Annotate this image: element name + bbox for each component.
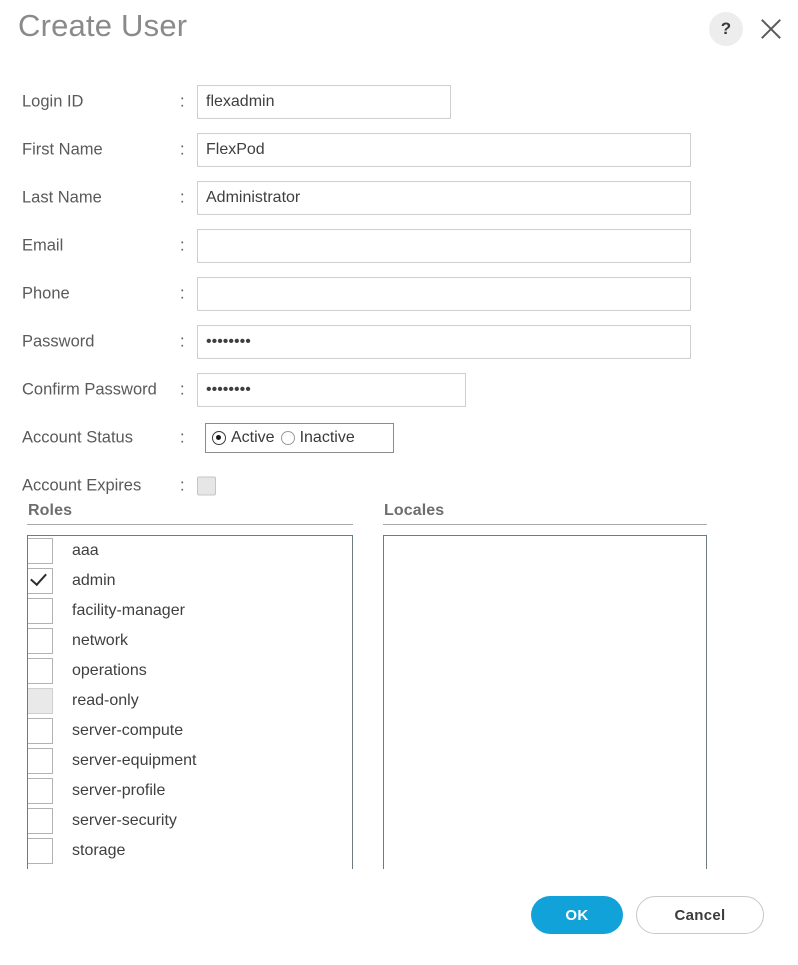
role-checkbox[interactable]: [28, 598, 53, 624]
form-row-password: Password :: [0, 318, 760, 366]
ok-button[interactable]: OK: [531, 896, 623, 934]
role-list-item[interactable]: network: [28, 626, 352, 656]
role-list-item[interactable]: admin: [28, 566, 352, 596]
colon-first-name: :: [180, 140, 185, 159]
colon-email: :: [180, 236, 185, 255]
password-input[interactable]: [197, 325, 691, 359]
radio-active[interactable]: Active: [212, 429, 275, 447]
dialog-scrollbar-track[interactable]: [775, 78, 784, 868]
cancel-button[interactable]: Cancel: [636, 896, 764, 934]
lists-section: Roles aaa admin facility-manager network ope…: [0, 502, 798, 880]
account-expires-checkbox[interactable]: [197, 476, 216, 496]
email-input[interactable]: [197, 229, 691, 263]
role-label: server-compute: [72, 722, 184, 739]
role-list-item[interactable]: server-security: [28, 806, 352, 836]
role-label: admin: [72, 572, 116, 589]
role-checkbox[interactable]: [28, 568, 53, 594]
label-password: Password: [22, 332, 95, 351]
colon-account-expires: :: [180, 476, 185, 495]
locales-heading-rule: [383, 524, 707, 525]
role-checkbox[interactable]: [28, 538, 53, 564]
label-phone: Phone: [22, 284, 70, 303]
form-row-last-name: Last Name :: [0, 174, 760, 222]
colon-account-status: :: [180, 428, 185, 447]
roles-column: Roles aaa admin facility-manager network ope…: [27, 502, 353, 869]
roles-heading-rule: [27, 524, 353, 525]
role-label: storage: [72, 842, 126, 859]
locales-heading: Locales: [384, 502, 445, 519]
label-email: Email: [22, 236, 64, 255]
close-icon[interactable]: [755, 13, 787, 45]
role-label: network: [72, 632, 129, 649]
role-label: read-only: [72, 692, 139, 709]
form-row-phone: Phone :: [0, 270, 760, 318]
form-row-email: Email :: [0, 222, 760, 270]
label-confirm-password: Confirm Password: [22, 380, 157, 399]
role-list-item[interactable]: server-compute: [28, 716, 352, 746]
last-name-input[interactable]: [197, 181, 691, 215]
dialog-header: Create User ?: [0, 0, 798, 62]
radio-inactive[interactable]: Inactive: [280, 429, 355, 447]
label-account-status: Account Status: [22, 428, 133, 447]
radio-inactive-label: Inactive: [299, 429, 355, 446]
role-list-item[interactable]: server-profile: [28, 776, 352, 806]
role-checkbox[interactable]: [28, 808, 53, 834]
role-checkbox[interactable]: [28, 688, 53, 714]
role-label: server-equipment: [72, 752, 197, 769]
dialog-footer: OK Cancel: [0, 886, 798, 965]
radio-active-mark: [212, 431, 226, 445]
page-title: Create User: [18, 8, 188, 43]
roles-list[interactable]: aaa admin facility-manager network operation…: [27, 535, 353, 869]
help-icon[interactable]: ?: [709, 12, 743, 46]
form-row-login-id: Login ID :: [0, 78, 760, 126]
colon-login-id: :: [180, 92, 185, 111]
colon-password: :: [180, 332, 185, 351]
role-checkbox[interactable]: [28, 718, 53, 744]
phone-input[interactable]: [197, 277, 691, 311]
form-row-account-status: Account Status : Active Inactive: [0, 414, 760, 462]
role-list-item[interactable]: server-equipment: [28, 746, 352, 776]
login-id-input[interactable]: [197, 85, 451, 119]
locales-list[interactable]: [383, 535, 707, 869]
role-label: operations: [72, 662, 147, 679]
locales-column: Locales: [383, 502, 707, 869]
confirm-password-input[interactable]: [197, 373, 466, 407]
radio-active-label: Active: [231, 429, 275, 446]
label-account-expires: Account Expires: [22, 476, 142, 495]
role-checkbox[interactable]: [28, 838, 53, 864]
colon-confirm-password: :: [180, 380, 185, 399]
colon-last-name: :: [180, 188, 185, 207]
form-row-first-name: First Name :: [0, 126, 760, 174]
role-checkbox[interactable]: [28, 658, 53, 684]
label-first-name: First Name: [22, 140, 103, 159]
roles-heading: Roles: [28, 502, 73, 519]
role-checkbox[interactable]: [28, 628, 53, 654]
account-status-radio-group: Active Inactive: [205, 423, 394, 453]
colon-phone: :: [180, 284, 185, 303]
role-label: aaa: [72, 542, 99, 559]
role-list-item[interactable]: read-only: [28, 686, 352, 716]
form-row-confirm-password: Confirm Password :: [0, 366, 760, 414]
role-list-item[interactable]: storage: [28, 836, 352, 866]
role-list-item[interactable]: aaa: [28, 536, 352, 566]
role-list-item[interactable]: facility-manager: [28, 596, 352, 626]
checkmark-icon: [30, 568, 47, 587]
role-label: server-security: [72, 812, 177, 829]
create-user-form: Login ID : First Name : Last Name : Emai…: [0, 78, 760, 510]
role-label: server-profile: [72, 782, 166, 799]
role-list-item[interactable]: operations: [28, 656, 352, 686]
first-name-input[interactable]: [197, 133, 691, 167]
label-last-name: Last Name: [22, 188, 102, 207]
role-checkbox[interactable]: [28, 778, 53, 804]
label-login-id: Login ID: [22, 92, 84, 111]
role-label: facility-manager: [72, 602, 185, 619]
help-icon-glyph: ?: [720, 19, 732, 38]
radio-inactive-mark: [280, 431, 295, 445]
role-checkbox[interactable]: [28, 748, 53, 774]
